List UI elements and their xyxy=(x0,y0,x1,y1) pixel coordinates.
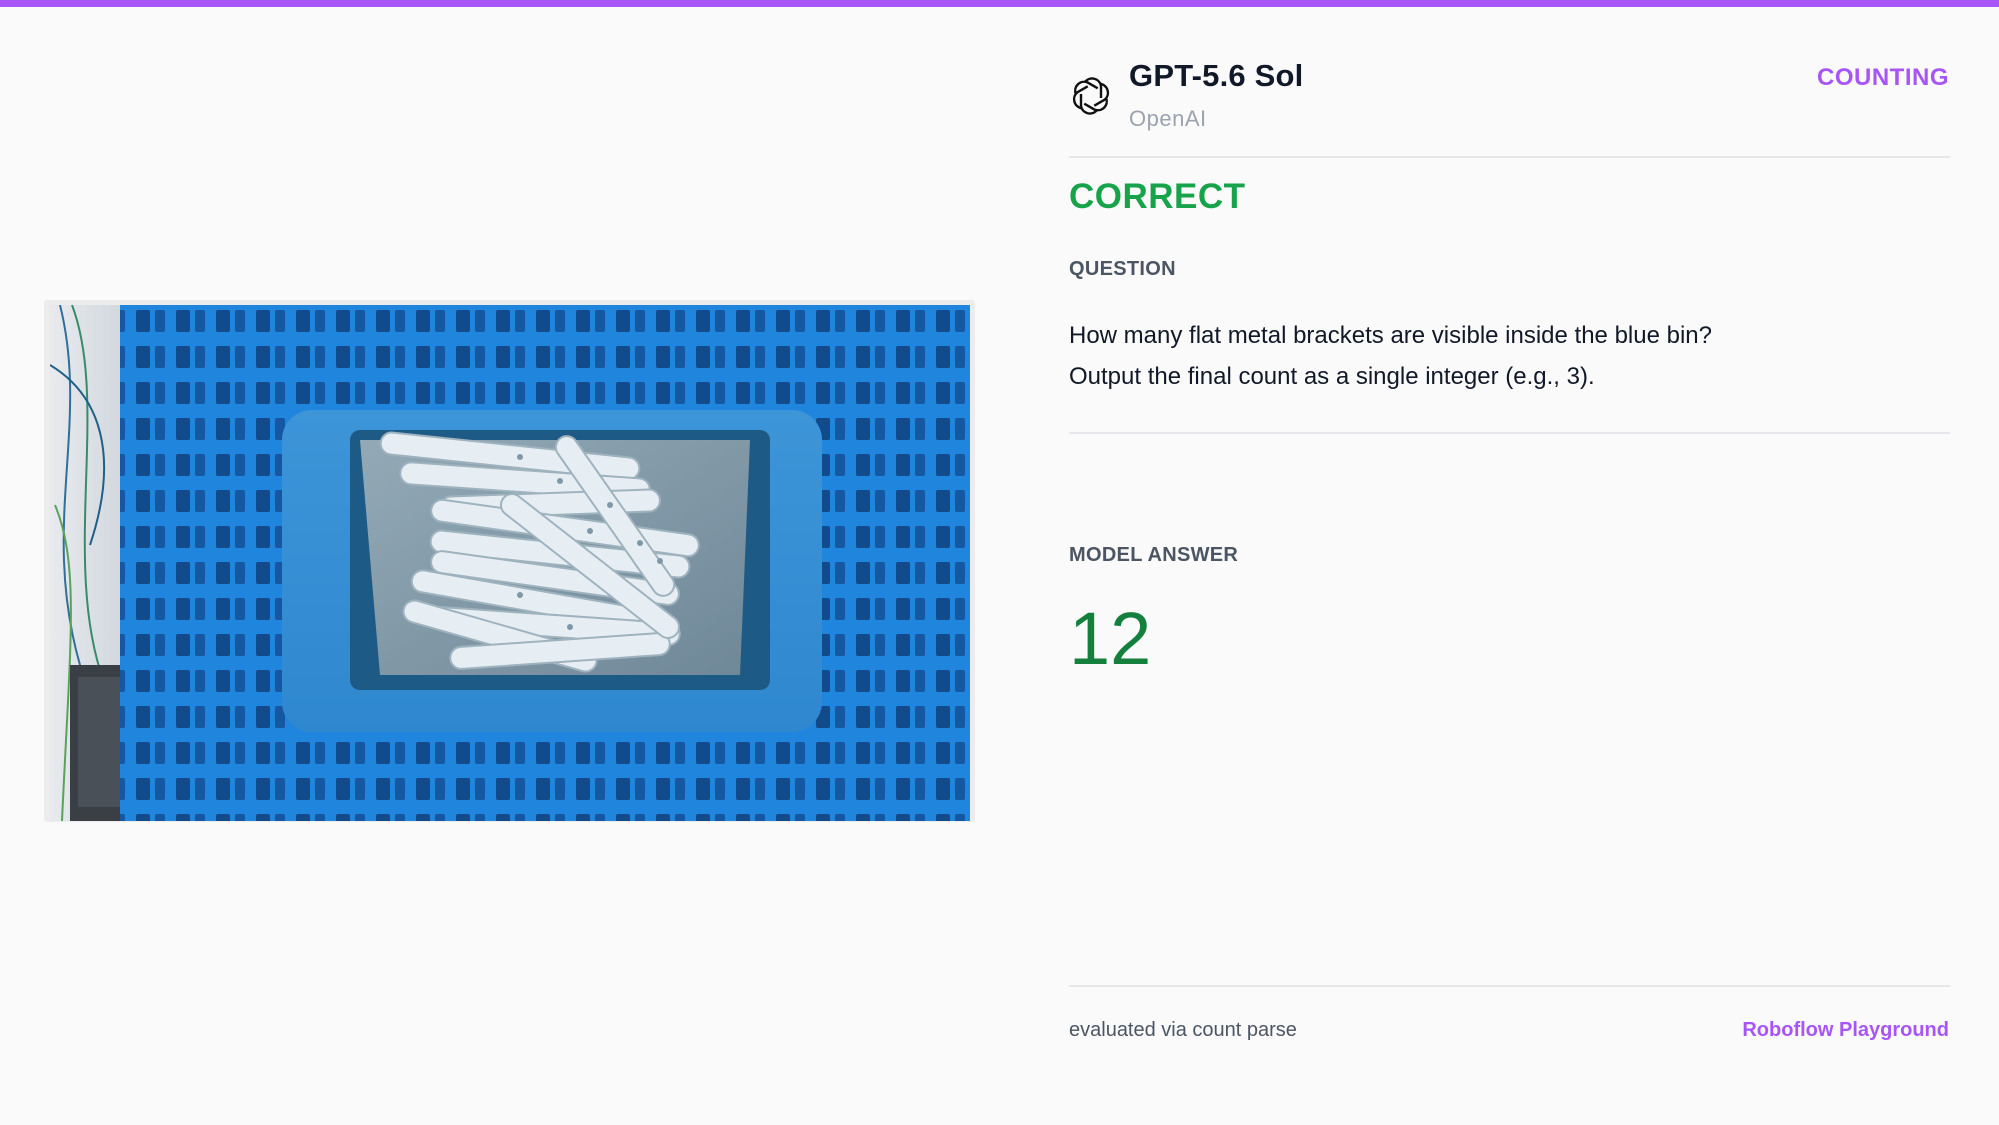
question-line: How many flat metal brackets are visible… xyxy=(1069,322,1712,349)
question-label: QUESTION xyxy=(1069,258,1176,280)
category-tag: COUNTING xyxy=(1817,64,1949,91)
model-organization: OpenAI xyxy=(1129,106,1207,131)
model-answer-value: 12 xyxy=(1069,597,1152,680)
task-image-frame xyxy=(44,300,975,822)
question-text: How many flat metal brackets are visible… xyxy=(1069,315,1929,397)
divider xyxy=(1069,985,1950,987)
openai-logo-icon xyxy=(1072,77,1110,115)
divider xyxy=(1069,156,1950,158)
roboflow-playground-link[interactable]: Roboflow Playground xyxy=(1742,1019,1949,1042)
model-name: GPT-5.6 Sol xyxy=(1129,58,1304,93)
divider xyxy=(1069,432,1950,434)
top-accent-bar xyxy=(0,0,1999,7)
evaluation-method: evaluated via count parse xyxy=(1069,1019,1297,1041)
verdict-label: CORRECT xyxy=(1069,177,1246,216)
task-image xyxy=(50,305,970,821)
model-answer-label: MODEL ANSWER xyxy=(1069,544,1239,566)
question-line: Output the final count as a single integ… xyxy=(1069,363,1595,390)
